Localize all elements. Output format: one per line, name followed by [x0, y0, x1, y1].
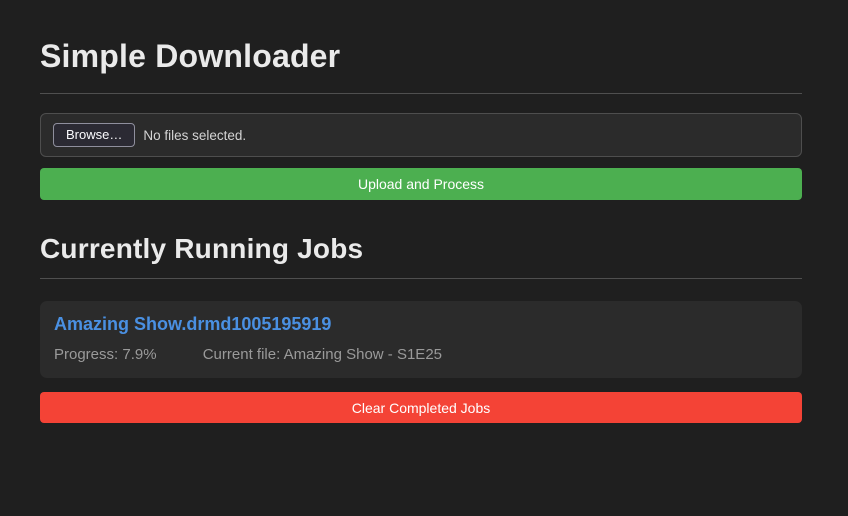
upload-and-process-button[interactable]: Upload and Process [40, 168, 802, 200]
page-container: Simple Downloader Browse… No files selec… [40, 38, 802, 423]
header-divider [40, 93, 802, 94]
browse-button[interactable]: Browse… [53, 123, 135, 147]
job-progress-text: Progress: 7.9% [54, 346, 157, 364]
clear-completed-jobs-button[interactable]: Clear Completed Jobs [40, 392, 802, 423]
jobs-section-divider [40, 278, 802, 279]
job-card: Amazing Show.drmd1005195919 Progress: 7.… [40, 301, 802, 378]
file-input[interactable]: Browse… No files selected. [40, 113, 802, 157]
job-meta-row: Progress: 7.9% Current file: Amazing Sho… [54, 346, 788, 364]
jobs-section-heading: Currently Running Jobs [40, 233, 802, 265]
job-current-file-text: Current file: Amazing Show - S1E25 [203, 346, 442, 363]
job-title-link[interactable]: Amazing Show.drmd1005195919 [54, 314, 331, 335]
file-status-text: No files selected. [143, 128, 246, 143]
page-title: Simple Downloader [40, 38, 802, 75]
